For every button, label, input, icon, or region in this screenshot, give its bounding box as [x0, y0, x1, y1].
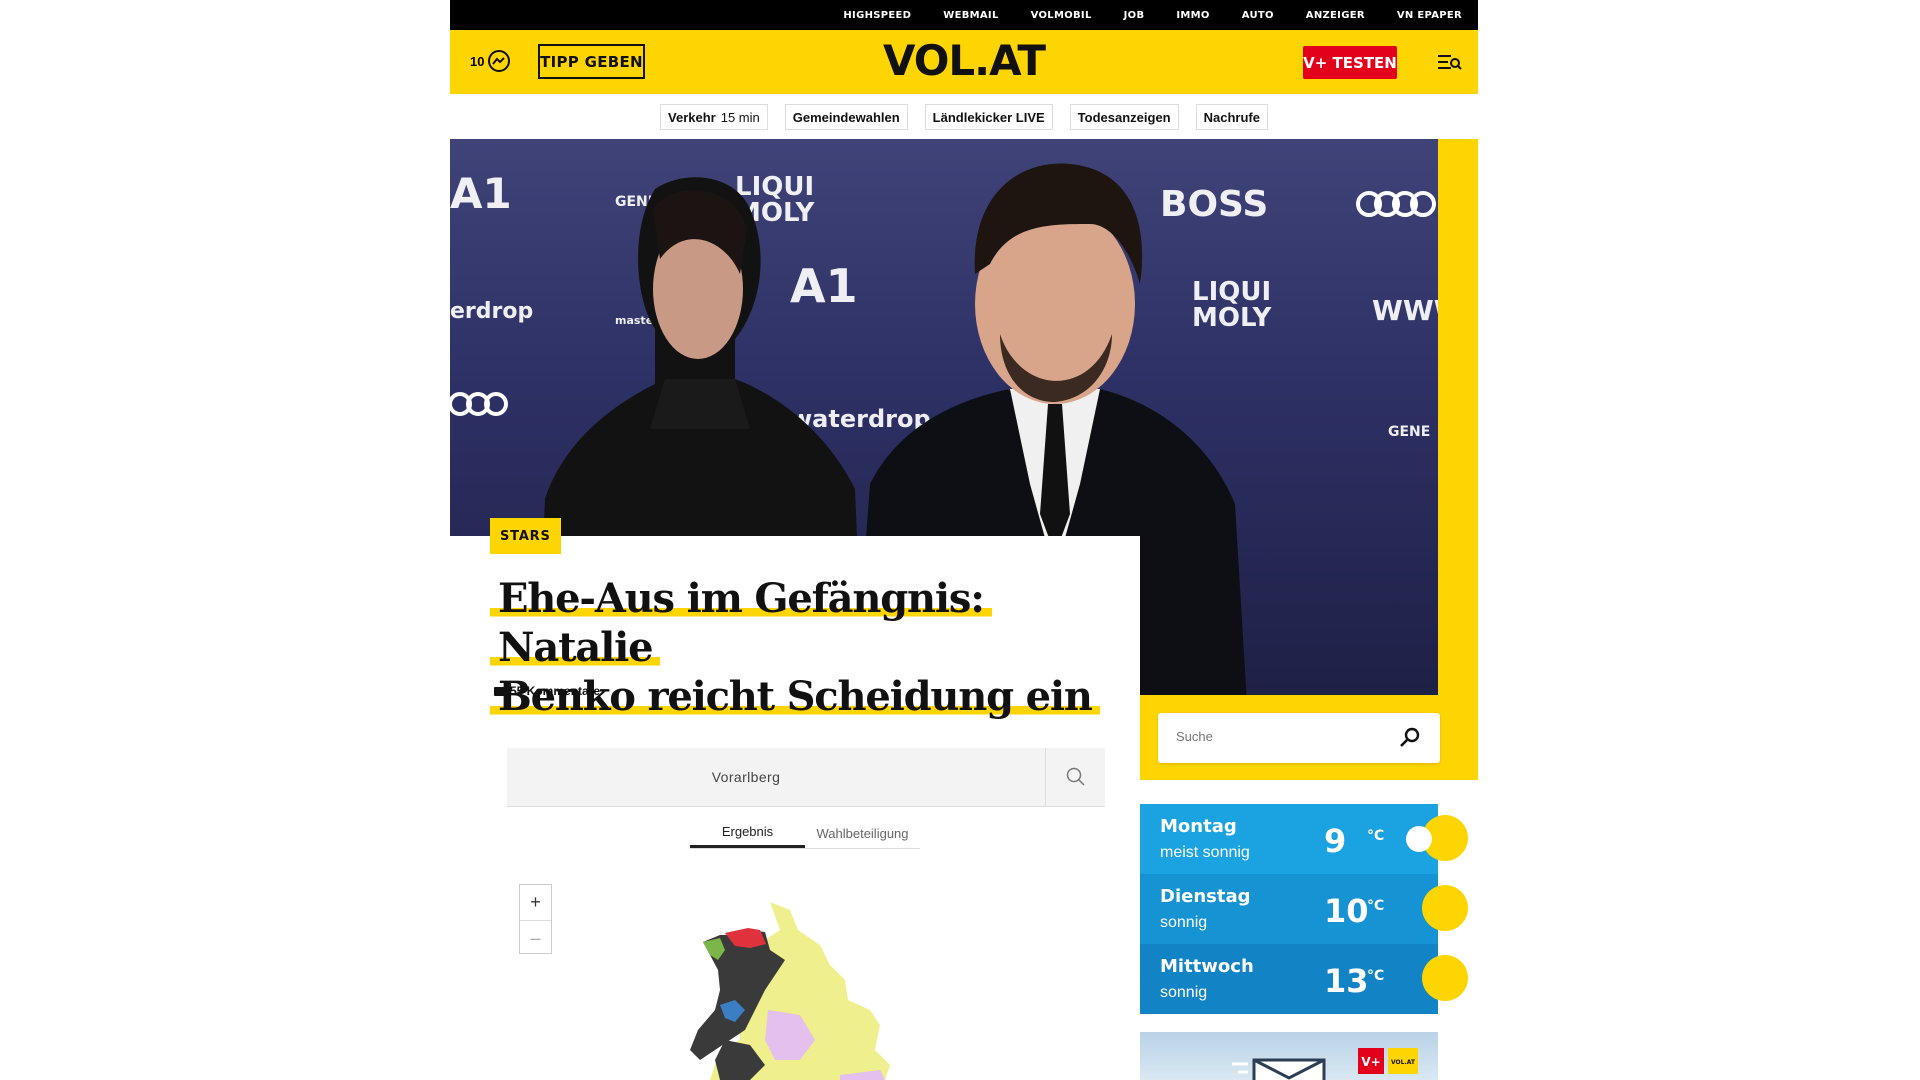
sun-icon: [1422, 885, 1468, 931]
weather-temp: 10: [1324, 892, 1369, 930]
sidebar-search-panel: [1140, 695, 1478, 780]
quicklink-nachrufe[interactable]: Nachrufe: [1195, 104, 1268, 130]
quicklink-label: Verkehr: [668, 109, 716, 125]
reading-count-value: 10: [470, 53, 485, 69]
headline-line-1: Ehe-Aus im Gefängnis: Natalie: [490, 575, 992, 671]
weather-unit: °C: [1367, 968, 1385, 984]
weather-temp: 9: [1324, 822, 1347, 860]
topnav-auto[interactable]: AUTO: [1242, 10, 1274, 21]
election-map[interactable]: [680, 900, 930, 1080]
quicklink-verkehr[interactable]: Verkehr 15 min: [660, 104, 768, 130]
article-headline[interactable]: Ehe-Aus im Gefängnis: Natalie Benko reic…: [490, 574, 1100, 721]
sponsor-logo: GENE: [1388, 424, 1431, 440]
weather-desc: sonnig: [1160, 914, 1208, 931]
region-select[interactable]: Vorarlberg: [507, 748, 1045, 807]
vplus-testen-button[interactable]: V+ TESTEN: [1303, 46, 1397, 79]
search-input[interactable]: [1176, 729, 1386, 744]
weather-card-wednesday[interactable]: Mittwoch sonnig 13 °C: [1140, 944, 1438, 1014]
svg-text:VOL.AT: VOL.AT: [1391, 1059, 1416, 1066]
comment-count-label: 55 Kommentare: [510, 684, 601, 698]
comment-count[interactable]: 55 Kommentare: [494, 684, 600, 698]
reading-counter[interactable]: 10: [470, 50, 511, 72]
hero-side-accent: [1438, 139, 1478, 780]
category-badge[interactable]: STARS: [490, 518, 561, 554]
audi-rings-logo: [1356, 191, 1436, 217]
zoom-in-button[interactable]: +: [520, 885, 551, 920]
quicklink-extra: 15 min: [720, 109, 760, 125]
map-zoom-control: + –: [519, 884, 552, 954]
weather-card-tuesday[interactable]: Dienstag sonnig 10 °C: [1140, 874, 1438, 944]
search-box: [1158, 713, 1440, 763]
sponsor-logo: A1: [450, 169, 512, 218]
quicklink-todesanzeigen[interactable]: Todesanzeigen: [1069, 104, 1179, 130]
cloud-icon: [1406, 826, 1432, 852]
weather-card-monday[interactable]: Montag meist sonnig 9 °C: [1140, 804, 1438, 874]
search-icon: [1066, 767, 1085, 786]
newsletter-banner[interactable]: V+ VOL.AT: [1140, 1032, 1438, 1080]
region-search-button[interactable]: [1045, 748, 1105, 807]
topnav-volmobil[interactable]: VOLMOBIL: [1031, 10, 1092, 21]
site-logo[interactable]: VOL.AT: [883, 36, 1046, 85]
weather-day: Montag: [1160, 816, 1237, 837]
sponsor-logo: erdrop: [450, 299, 534, 324]
weather-unit: °C: [1367, 898, 1385, 914]
quicklinks-bar: Verkehr 15 min Gemeindewahlen Ländlekick…: [450, 104, 1478, 130]
weather-day: Mittwoch: [1160, 956, 1254, 977]
topnav-webmail[interactable]: WEBMAIL: [943, 10, 998, 21]
tipp-geben-button[interactable]: TIPP GEBEN: [538, 44, 645, 79]
top-nav: HIGHSPEED WEBMAIL VOLMOBIL JOB IMMO AUTO…: [450, 0, 1478, 30]
weather-day: Dienstag: [1160, 886, 1251, 907]
weather-desc: sonnig: [1160, 984, 1208, 1001]
topnav-immo[interactable]: IMMO: [1176, 10, 1209, 21]
quicklink-gemeindewahlen[interactable]: Gemeindewahlen: [784, 104, 908, 130]
wave-circle-icon: [488, 50, 511, 72]
sponsor-logo: WWW: [1372, 294, 1438, 327]
topnav-vn-epaper[interactable]: VN EPAPER: [1397, 10, 1462, 21]
menu-search-icon[interactable]: [1438, 52, 1462, 72]
quicklink-laendlekicker[interactable]: Ländlekicker LIVE: [924, 104, 1053, 130]
tab-wahlbeteiligung[interactable]: Wahlbeteiligung: [805, 818, 920, 848]
weather-temp: 13: [1324, 962, 1369, 1000]
site-header: 10 TIPP GEBEN VOL.AT V+ TESTEN: [450, 30, 1478, 94]
weather-unit: °C: [1367, 828, 1385, 844]
envelope-icon: V+ VOL.AT: [1232, 1048, 1418, 1080]
comment-icon: [494, 686, 505, 696]
page: HIGHSPEED WEBMAIL VOLMOBIL JOB IMMO AUTO…: [450, 0, 1478, 1080]
tab-ergebnis[interactable]: Ergebnis: [690, 818, 805, 848]
topnav-job[interactable]: JOB: [1124, 10, 1145, 21]
topnav-highspeed[interactable]: HIGHSPEED: [843, 10, 911, 21]
weather-desc: meist sonnig: [1160, 844, 1250, 861]
election-tabs: Ergebnis Wahlbeteiligung: [690, 818, 920, 849]
topnav-anzeiger[interactable]: ANZEIGER: [1306, 10, 1365, 21]
svg-text:V+: V+: [1361, 1055, 1380, 1069]
search-icon[interactable]: [1398, 726, 1422, 750]
audi-rings-logo: [450, 392, 508, 416]
zoom-out-button[interactable]: –: [520, 920, 551, 955]
sun-icon: [1422, 955, 1468, 1001]
